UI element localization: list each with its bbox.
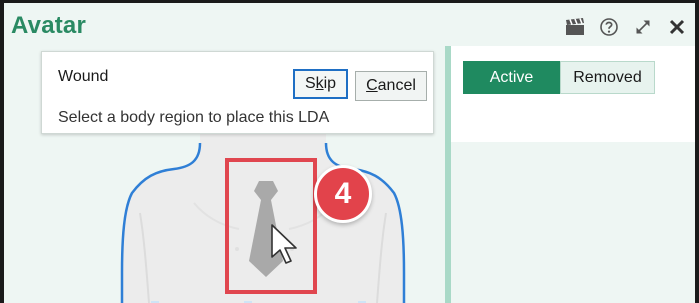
clapperboard-icon[interactable] xyxy=(565,17,585,37)
prompt-message: Select a body region to place this LDA xyxy=(58,109,330,126)
prompt-title: Wound xyxy=(58,68,109,85)
lda-placement-prompt: Wound Skip Cancel Select a body region t… xyxy=(41,51,434,134)
tab-removed[interactable]: Removed xyxy=(560,61,655,94)
cancel-button[interactable]: Cancel xyxy=(355,71,427,101)
help-icon[interactable] xyxy=(599,17,619,37)
tab-active[interactable]: Active xyxy=(463,61,560,94)
skip-button-label: Skip xyxy=(304,75,337,92)
step-badge: 4 xyxy=(314,165,372,223)
window-toolbar xyxy=(565,17,687,37)
lda-list-empty-area xyxy=(451,142,695,303)
expand-icon[interactable] xyxy=(633,17,653,37)
cancel-button-label: Cancel xyxy=(366,77,416,94)
close-icon[interactable] xyxy=(667,17,687,37)
avatar-window: Avatar 4 Wound Skip Cancel Select a body… xyxy=(0,0,699,303)
highlight-box xyxy=(225,158,317,294)
skip-button[interactable]: Skip xyxy=(293,69,348,99)
lda-list-panel: Active Removed xyxy=(451,46,695,142)
